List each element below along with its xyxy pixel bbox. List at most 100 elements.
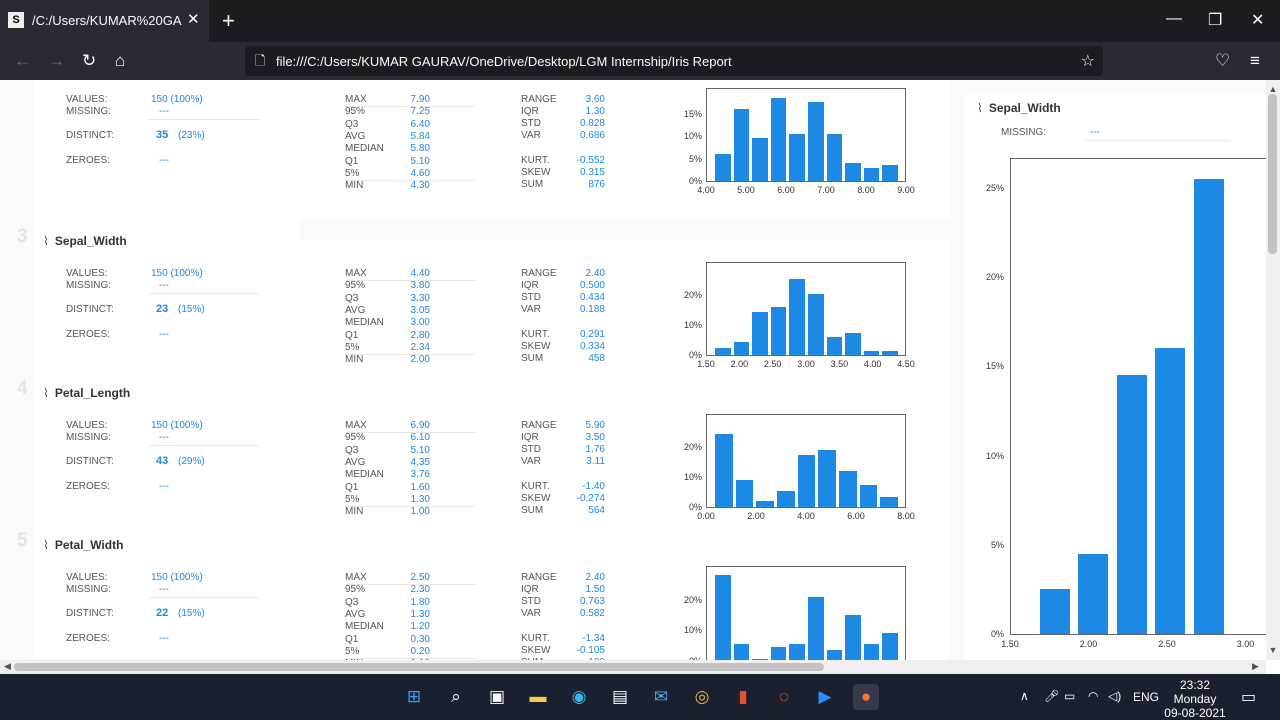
- scroll-right-icon[interactable]: ▶: [1252, 661, 1259, 672]
- language-indicator[interactable]: ENG: [1133, 690, 1159, 704]
- edge-browser-icon[interactable]: ◉: [566, 684, 592, 710]
- forward-icon[interactable]: →: [48, 51, 65, 71]
- search-icon[interactable]: ⌕: [443, 684, 469, 710]
- volume-icon[interactable]: ◁): [1108, 689, 1121, 703]
- p5-label: 5%: [345, 167, 360, 179]
- file-explorer-icon[interactable]: ▬: [525, 684, 551, 710]
- restore-icon[interactable]: ❐: [1208, 10, 1222, 30]
- store-icon[interactable]: ▤: [607, 684, 633, 710]
- url-bar[interactable]: 🗋 file:///C:/Users/KUMAR GAURAV/OneDrive…: [245, 46, 1103, 76]
- chrome-icon[interactable]: ◎: [689, 684, 715, 710]
- scroll-up-icon[interactable]: ▲: [1266, 84, 1280, 94]
- y-tick-label: 20%: [683, 290, 702, 300]
- skew-label: SKEW: [521, 167, 551, 178]
- reload-icon[interactable]: ↻: [82, 51, 96, 71]
- notifications-icon[interactable]: ▭: [1241, 687, 1256, 707]
- avg-label: AVG: [345, 456, 366, 468]
- horizontal-scroll-thumb[interactable]: [14, 663, 824, 671]
- p95-value: 3.80: [410, 280, 430, 292]
- x-tick-label: 5.00: [737, 185, 755, 195]
- p5-label: 5%: [345, 645, 360, 657]
- variable-header: ⌇ Petal_Length: [43, 386, 130, 400]
- variable-name: Sepal_Width: [54, 234, 127, 248]
- bookmark-star-icon[interactable]: ☆: [1081, 51, 1095, 71]
- back-icon[interactable]: ←: [14, 51, 31, 71]
- var-label: VAR: [521, 304, 541, 315]
- histogram: [706, 88, 906, 182]
- clock[interactable]: 23:32 Monday 09-08-2021: [1160, 678, 1230, 720]
- chart-line-icon: ⌇: [977, 101, 983, 115]
- horizontal-scrollbar[interactable]: ◀ ▶: [0, 660, 1266, 674]
- histogram-bar: [715, 154, 731, 181]
- median-label: MEDIAN: [345, 143, 384, 155]
- kurt-label: KURT.: [521, 329, 550, 340]
- x-tick-label: 0.00: [697, 511, 715, 521]
- distinct-pct: (15%): [178, 304, 205, 315]
- histogram-bar: [752, 138, 768, 181]
- max-value: 7.90: [410, 94, 430, 105]
- new-tab-icon[interactable]: +: [222, 8, 235, 34]
- histogram-bar: [882, 633, 898, 660]
- distinct-value: 22: [156, 607, 169, 619]
- max-label: MAX: [345, 572, 367, 583]
- skew-value: 0.315: [579, 167, 605, 178]
- vertical-scroll-thumb[interactable]: [1268, 94, 1277, 254]
- q3-value: 3.30: [410, 292, 430, 304]
- browser-tab[interactable]: S /C:/Users/KUMAR%20GAURAV/ ✕: [0, 0, 209, 42]
- minimize-icon[interactable]: —: [1166, 10, 1182, 28]
- jupyter-icon[interactable]: ◌: [771, 684, 797, 710]
- x-tick-label: 2.50: [763, 359, 782, 369]
- microphone-icon[interactable]: 🎤︎: [1044, 689, 1059, 703]
- windows-start-icon[interactable]: ⊞: [401, 684, 427, 710]
- wifi-icon[interactable]: ◠: [1088, 689, 1098, 703]
- min-value: 4.30: [410, 180, 430, 192]
- scroll-left-icon[interactable]: ◀: [4, 661, 11, 672]
- std-value: 0.763: [579, 596, 605, 607]
- close-tab-icon[interactable]: ✕: [187, 10, 200, 28]
- vertical-scrollbar[interactable]: ▲ ▼: [1266, 80, 1280, 660]
- median-value: 1.20: [410, 621, 430, 633]
- battery-icon[interactable]: ▭: [1064, 689, 1075, 703]
- x-tick-label: 3.00: [1236, 639, 1255, 649]
- histogram-bar: [1155, 348, 1185, 634]
- scroll-down-icon[interactable]: ▼: [1266, 645, 1280, 655]
- min-label: MIN: [345, 506, 364, 518]
- chart-line-icon: ⌇: [43, 538, 49, 552]
- values-label: VALUES:: [66, 420, 108, 431]
- q1-value: 1.60: [410, 481, 430, 493]
- histogram-bar: [752, 311, 768, 355]
- task-view-icon[interactable]: ▣: [484, 684, 510, 710]
- menu-icon[interactable]: ≡: [1250, 51, 1260, 71]
- iqr-label: IQR: [521, 584, 539, 595]
- variable-header: ⌇ Petal_Width: [43, 538, 123, 552]
- x-tick-label: 6.00: [777, 185, 795, 195]
- mail-icon[interactable]: ✉: [648, 684, 674, 710]
- std-label: STD: [521, 444, 541, 455]
- p95-label: 95%: [345, 584, 366, 596]
- histogram: [706, 566, 906, 660]
- x-tick-label: 3.50: [830, 359, 849, 369]
- kurt-label: KURT.: [521, 481, 550, 492]
- office-icon[interactable]: ▮: [730, 684, 756, 710]
- pocket-icon[interactable]: ♡: [1215, 51, 1230, 71]
- histogram-bar: [715, 433, 733, 507]
- url-text: file:///C:/Users/KUMAR GAURAV/OneDrive/D…: [276, 54, 732, 69]
- variable-card: 2⌇Sepal_LengthVALUES:MISSING:DISTINCT:ZE…: [35, 80, 950, 218]
- sum-label: SUM: [521, 505, 544, 516]
- home-icon[interactable]: ⌂: [115, 51, 125, 71]
- q3-value: 6.40: [410, 118, 430, 130]
- q1-value: 5.10: [410, 155, 430, 167]
- distinct-pct: (29%): [178, 456, 205, 467]
- q1-label: Q1: [345, 481, 359, 493]
- zoom-icon[interactable]: ▶: [812, 684, 838, 710]
- firefox-icon[interactable]: ●: [853, 684, 879, 710]
- iqr-value: 3.50: [585, 432, 605, 443]
- show-hidden-icons-icon[interactable]: ∧: [1020, 689, 1029, 703]
- side-histogram: [1010, 158, 1266, 635]
- distinct-pct: (23%): [178, 130, 205, 141]
- zeroes-label: ZEROES:: [66, 481, 110, 492]
- x-tick-label: 2.00: [730, 359, 749, 369]
- max-label: MAX: [345, 420, 367, 431]
- close-window-icon[interactable]: ✕: [1251, 10, 1264, 30]
- histogram-bar: [882, 350, 898, 355]
